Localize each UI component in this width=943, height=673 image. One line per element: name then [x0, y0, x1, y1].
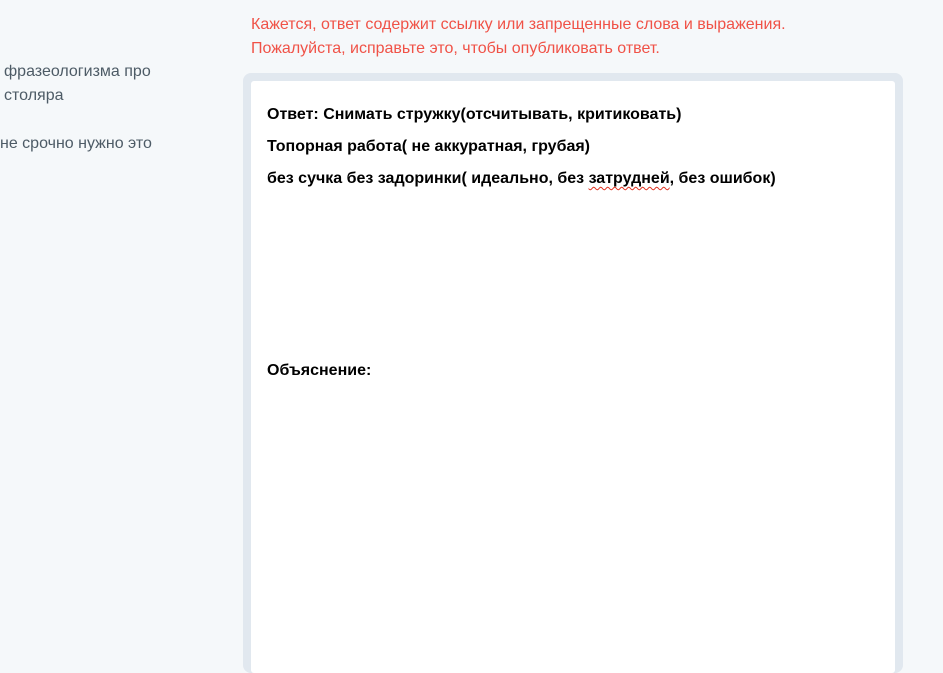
- question-text: фразеологизма про столяра не срочно нужн…: [0, 60, 200, 156]
- answer-editor-frame: Ответ: Снимать стружку(отсчитывать, крит…: [243, 73, 903, 673]
- answer-line-3-start: без сучка без задоринки( идеально, без: [267, 170, 589, 187]
- question-line-3: не срочно нужно это: [0, 135, 152, 152]
- answer-line-3: без сучка без задоринки( идеально, без з…: [267, 163, 879, 195]
- misspelled-word[interactable]: затрудней: [589, 170, 670, 187]
- question-spacer: [0, 108, 200, 132]
- question-line-2: столяра: [4, 87, 64, 104]
- answer-editor[interactable]: Ответ: Снимать стружку(отсчитывать, крит…: [251, 81, 895, 673]
- warning-line-1: Кажется, ответ содержит ссылку или запре…: [251, 16, 786, 33]
- answer-editor-content[interactable]: Ответ: Снимать стружку(отсчитывать, крит…: [267, 99, 879, 387]
- explanation-label: Объяснение:: [267, 362, 372, 379]
- answer-line-2: Топорная работа( не аккуратная, грубая): [267, 138, 591, 155]
- validation-warning: Кажется, ответ содержит ссылку или запре…: [251, 13, 911, 61]
- answer-line-1: Ответ: Снимать стружку(отсчитывать, крит…: [267, 106, 682, 123]
- warning-line-2: Пожалуйста, исправьте это, чтобы опублик…: [251, 40, 660, 57]
- question-line-1: фразеологизма про: [4, 63, 151, 80]
- editor-blank-space: [267, 195, 879, 355]
- answer-line-3-end: , без ошибок): [669, 170, 776, 187]
